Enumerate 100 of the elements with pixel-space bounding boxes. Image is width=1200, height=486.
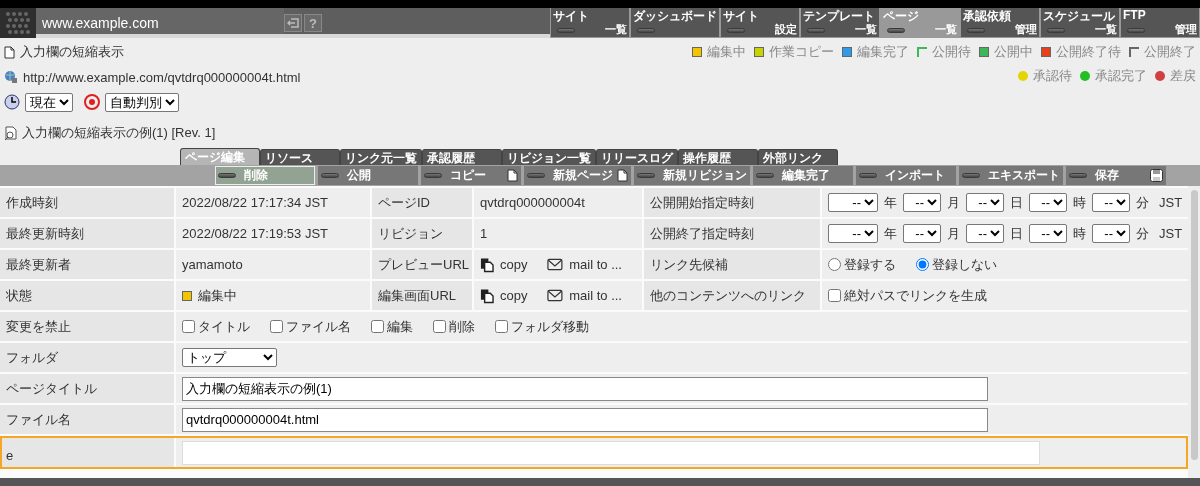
copy-link[interactable]: copy — [499, 288, 528, 303]
radio-button[interactable] — [828, 258, 841, 271]
page-url[interactable]: http://www.example.com/qvtdrq000000004t.html — [23, 69, 301, 85]
field-label: 公開開始指定時刻 — [650, 193, 754, 212]
date-select[interactable]: -- — [1029, 224, 1067, 243]
field-value: 2022/08/22 17:17:34 JST — [182, 195, 328, 210]
action-button[interactable]: コピー — [421, 166, 521, 185]
nav-button[interactable]: ダッシュボード — [630, 8, 720, 38]
field-label: 他のコンテンツへのリンク — [650, 286, 806, 305]
indicator-icon — [967, 27, 985, 33]
checkbox[interactable] — [182, 320, 195, 333]
tab[interactable]: 外部リンク — [758, 149, 838, 165]
indicator-icon — [727, 27, 745, 33]
checkbox[interactable] — [433, 320, 446, 333]
date-select[interactable]: -- — [966, 224, 1004, 243]
date-select[interactable]: -- — [903, 224, 941, 243]
field-label: 最終更新時刻 — [6, 224, 84, 243]
field-value: 1 — [480, 226, 488, 241]
tab[interactable]: 操作履歴 — [678, 149, 758, 165]
checkbox-label: フォルダ移動 — [511, 317, 589, 336]
action-button[interactable]: 新規リビジョン — [634, 166, 750, 185]
date-select[interactable]: -- — [903, 193, 941, 212]
date-select[interactable]: -- — [1029, 193, 1067, 212]
action-button[interactable]: 新規ページ — [524, 166, 631, 185]
indicator-icon — [527, 173, 545, 178]
mode-select[interactable]: 自動判別 — [105, 92, 179, 112]
radio-button[interactable] — [916, 258, 929, 271]
field-value: 2022/08/22 17:19:53 JST — [182, 226, 328, 241]
field-label: 編集画面URL — [378, 286, 456, 305]
scrollbar-thumb[interactable] — [1190, 190, 1198, 460]
page-icon — [4, 45, 15, 59]
action-button[interactable]: 保存 — [1066, 166, 1166, 185]
mail-link[interactable]: mail to ... — [569, 257, 622, 272]
text-input[interactable]: qvtdrq000000004t.html — [182, 407, 988, 432]
action-button[interactable]: 公開 — [318, 166, 418, 185]
mail-icon — [547, 289, 564, 302]
copy-link[interactable]: copy — [499, 257, 528, 272]
nav-button[interactable]: サイト 設定 — [720, 8, 800, 38]
page-title: 入力欄の短縮表示 — [20, 43, 124, 61]
nav-button[interactable]: サイト 一覧 — [550, 8, 630, 38]
folder-select[interactable]: トップ — [182, 348, 277, 367]
text-input[interactable]: 入力欄の短縮表示の例(1) — [182, 376, 988, 401]
nav-button[interactable]: テンプレート 一覧 — [800, 8, 880, 38]
legend-label: 公開中 — [994, 43, 1033, 61]
nav-button[interactable]: 承認依頼 管理 — [960, 8, 1040, 38]
field-label: ページID — [378, 193, 430, 212]
action-button[interactable]: エキスポート — [959, 166, 1063, 185]
field-label: 最終更新者 — [6, 255, 71, 274]
tab[interactable]: 承認履歴 — [422, 149, 502, 165]
legend-label: 公開待 — [932, 43, 971, 61]
indicator-icon — [1069, 173, 1087, 178]
date-select[interactable]: -- — [1092, 193, 1130, 212]
copy-icon — [480, 256, 494, 273]
action-button[interactable]: インポート — [856, 166, 956, 185]
date-select[interactable]: -- — [1092, 224, 1130, 243]
page-icon — [617, 169, 628, 182]
logout-button[interactable] — [284, 14, 302, 32]
date-select[interactable]: -- — [828, 193, 878, 212]
unit-label: 月 — [947, 193, 960, 212]
checkbox-label: 削除 — [449, 317, 475, 336]
date-select[interactable]: -- — [828, 224, 878, 243]
checkbox[interactable] — [270, 320, 283, 333]
indicator-icon — [1047, 27, 1065, 33]
clock-icon — [4, 94, 20, 110]
unit-label: 分 — [1136, 193, 1149, 212]
nav-button[interactable]: FTP 管理 — [1120, 8, 1200, 38]
checkbox[interactable] — [495, 320, 508, 333]
field-label: リビジョン — [378, 224, 443, 243]
radio-label: 登録しない — [932, 255, 997, 274]
action-button[interactable]: 編集完了 — [753, 166, 853, 185]
timezone-label: JST — [1159, 226, 1183, 241]
revision-label: 入力欄の短縮表示の例(1) [Rev. 1] — [22, 124, 216, 142]
nav-button[interactable]: スケジュール 一覧 — [1040, 8, 1120, 38]
checkbox[interactable] — [828, 289, 841, 302]
indicator-icon — [887, 27, 905, 33]
checkbox[interactable] — [371, 320, 384, 333]
legend-label: 承認待 — [1033, 67, 1072, 85]
text-input[interactable] — [182, 440, 1040, 465]
field-value: yamamoto — [182, 257, 243, 272]
target-icon — [84, 94, 100, 110]
tab[interactable]: リビジョン一覧 — [502, 149, 596, 165]
checkbox-label: 絶対パスでリンクを生成 — [844, 286, 987, 305]
indicator-icon — [557, 27, 575, 33]
unit-label: 月 — [947, 224, 960, 243]
tab[interactable]: リソース — [260, 149, 340, 165]
field-label: プレビューURL — [378, 255, 469, 274]
field-label: 公開終了指定時刻 — [650, 224, 754, 243]
unit-label: 日 — [1010, 224, 1023, 243]
date-select[interactable]: -- — [966, 193, 1004, 212]
field-label: ページタイトル — [6, 379, 97, 398]
mail-link[interactable]: mail to ... — [569, 288, 622, 303]
radio-label: 登録する — [844, 255, 896, 274]
legend-label: 編集中 — [707, 43, 746, 61]
page-icon — [507, 169, 518, 182]
checkbox-label: タイトル — [198, 317, 250, 336]
indicator-icon — [1127, 27, 1145, 33]
tab[interactable]: リンク元一覧 — [340, 149, 422, 165]
time-select[interactable]: 現在 — [25, 92, 73, 112]
legend-label: 編集完了 — [857, 43, 909, 61]
tab[interactable]: リリースログ — [596, 149, 678, 165]
